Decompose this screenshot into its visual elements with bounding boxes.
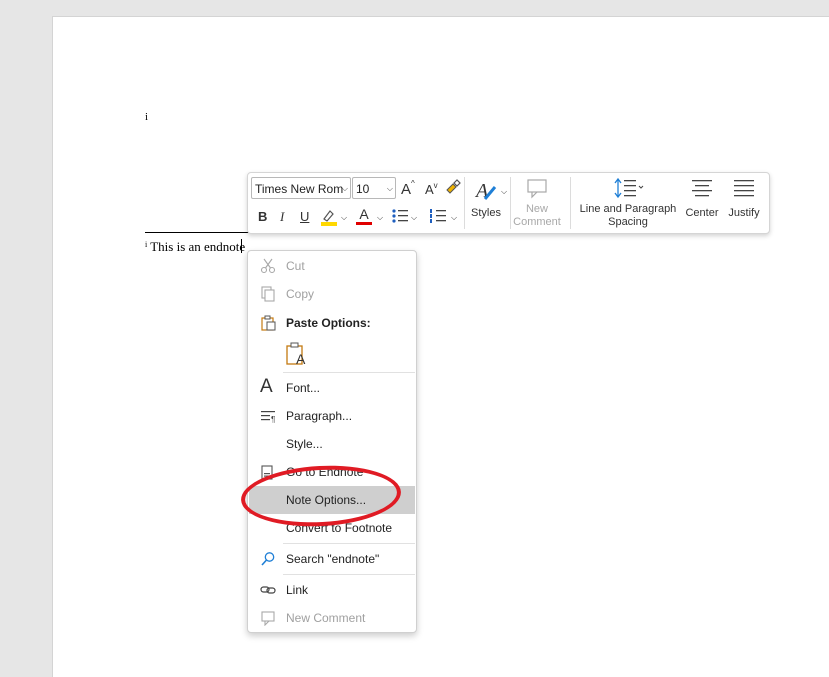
grow-font-icon: A — [401, 181, 412, 198]
mini-toolbar: Times New Rom ⌵ 10 ⌵ A^ Av B I U ⌵ A ⌵ ⌵ ⌵… — [247, 172, 770, 234]
align-justify-icon — [734, 180, 754, 197]
font-size-value: 10 — [356, 182, 370, 196]
numbering-button[interactable] — [429, 208, 447, 227]
paste-keep-text-only-button[interactable]: A — [284, 341, 310, 367]
line-spacing-icon — [614, 177, 644, 199]
svg-text:¶: ¶ — [271, 415, 275, 424]
endnote-line[interactable]: i This is an endnote — [145, 239, 245, 255]
menu-separator — [283, 543, 415, 544]
menu-separator — [283, 574, 415, 575]
chevron-down-icon[interactable]: ⌵ — [451, 213, 457, 223]
chevron-down-icon[interactable]: ⌵ — [341, 213, 347, 223]
menu-item-label: Font... — [286, 381, 321, 395]
copy-icon — [261, 286, 275, 302]
styles-label: Styles — [471, 207, 501, 219]
menu-item-label: Copy — [286, 287, 315, 301]
font-color-icon: A — [359, 206, 369, 222]
chevron-down-icon[interactable]: ⌵ — [377, 213, 383, 223]
grow-font-button[interactable]: A^ — [401, 179, 415, 198]
menu-item-label: New Comment — [286, 611, 366, 625]
underline-button[interactable]: U — [300, 209, 309, 224]
menu-item-label: Paragraph... — [286, 409, 353, 423]
menu-item-label: Style... — [286, 437, 323, 451]
new-comment-label-2: Comment — [513, 216, 561, 228]
new-comment-icon — [261, 611, 275, 626]
new-comment-label-1: New — [525, 203, 548, 215]
menu-item-search[interactable]: Search "endnote" — [248, 545, 416, 573]
document-page[interactable] — [52, 16, 829, 677]
justify-button[interactable]: Justify — [724, 177, 764, 220]
chevron-down-icon[interactable]: ⌵ — [387, 178, 393, 200]
font-size-combobox[interactable]: 10 ⌵ — [352, 177, 396, 199]
chevron-down-icon[interactable]: ⌵ — [411, 213, 417, 223]
menu-item-copy[interactable]: Copy — [248, 280, 416, 308]
toolbar-divider — [570, 177, 571, 229]
menu-item-style[interactable]: Style... — [248, 430, 416, 458]
new-comment-icon — [527, 179, 547, 199]
font-color-button[interactable]: A — [356, 206, 372, 225]
highlight-button[interactable] — [320, 207, 338, 230]
font-name-combobox[interactable]: Times New Rom ⌵ — [251, 177, 351, 199]
highlighter-icon — [321, 210, 337, 226]
toolbar-divider — [464, 177, 465, 229]
font-name-value: Times New Rom — [255, 182, 344, 196]
font-icon: A — [260, 376, 273, 397]
bullets-icon — [392, 209, 408, 223]
paste-text-only-glyph: A — [296, 351, 306, 367]
styles-button[interactable]: A Styles — [468, 177, 504, 220]
line-spacing-label-1: Line and Paragraph — [579, 203, 677, 215]
menu-item-label: Cut — [286, 259, 305, 273]
menu-item-font[interactable]: A Font... — [248, 374, 416, 402]
line-paragraph-spacing-button[interactable]: Line and Paragraph Spacing — [574, 177, 682, 229]
italic-button[interactable]: I — [280, 209, 284, 225]
endnote-reference-mark: i — [145, 111, 149, 123]
bold-button[interactable]: B — [258, 209, 267, 224]
paste-icon — [261, 315, 276, 331]
menu-item-link[interactable]: Link — [248, 576, 416, 604]
shrink-font-button[interactable]: Av — [425, 181, 438, 197]
line-spacing-label-2: Spacing — [608, 216, 648, 228]
center-label: Center — [685, 207, 719, 219]
endnote-text[interactable]: This is an endnote — [150, 239, 245, 254]
menu-item-paragraph[interactable]: ¶ Paragraph... — [248, 402, 416, 430]
menu-item-label: Search "endnote" — [286, 552, 380, 566]
context-menu: Cut Copy Paste Options: A A Font... ¶ Pa… — [247, 250, 417, 633]
menu-separator — [283, 372, 415, 373]
endnote-number: i — [145, 240, 148, 249]
numbering-icon — [430, 209, 446, 223]
search-icon — [261, 552, 275, 566]
format-painter-button[interactable] — [444, 178, 462, 199]
menu-item-paste-options: Paste Options: — [248, 309, 416, 337]
align-center-icon — [692, 180, 712, 197]
shrink-font-icon: A — [425, 182, 434, 197]
endnote-separator — [145, 232, 249, 233]
scissors-icon — [260, 258, 276, 274]
styles-icon: A — [474, 180, 497, 202]
chevron-down-icon[interactable]: ⌵ — [342, 178, 348, 198]
center-button[interactable]: Center — [682, 177, 722, 220]
link-icon — [260, 586, 276, 594]
chevron-down-icon[interactable]: ⌵ — [501, 187, 507, 197]
menu-item-label: Paste Options: — [286, 316, 371, 330]
text-cursor — [241, 239, 243, 253]
format-painter-icon — [446, 179, 461, 194]
menu-item-new-comment[interactable]: New Comment — [248, 604, 416, 632]
menu-item-cut[interactable]: Cut — [248, 252, 416, 280]
justify-label: Justify — [728, 207, 760, 219]
menu-item-label: Link — [286, 583, 309, 597]
new-comment-button[interactable]: New Comment — [510, 177, 564, 229]
bullets-button[interactable] — [391, 208, 409, 227]
paragraph-icon: ¶ — [261, 411, 275, 424]
